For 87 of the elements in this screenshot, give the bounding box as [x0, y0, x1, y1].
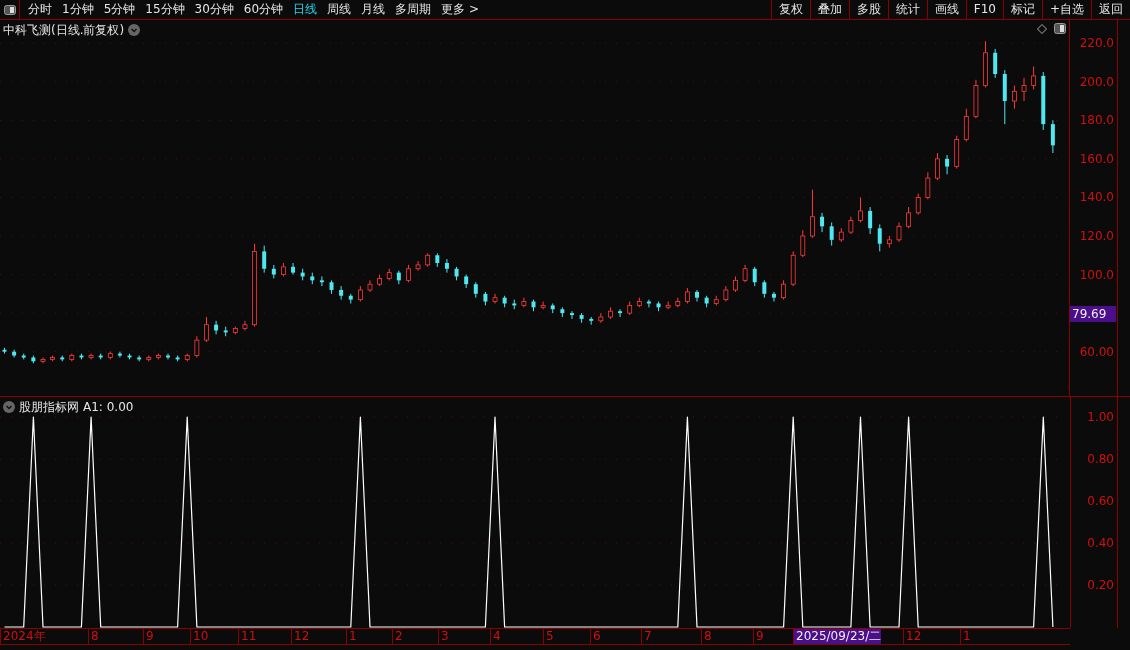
candlestick [319, 275, 324, 287]
date-label: 12 [903, 629, 922, 644]
candlestick [752, 266, 757, 287]
date-label: 5 [543, 629, 554, 644]
candlestick [415, 260, 421, 272]
candlestick [262, 245, 267, 274]
candlestick [868, 206, 873, 235]
axis-label: 140.0 [1079, 190, 1114, 205]
date-label: 4 [490, 629, 501, 644]
candlestick [444, 258, 449, 274]
chevron-down-icon[interactable] [3, 401, 15, 413]
date-label: 2024年 [0, 629, 46, 644]
indicator-title: 股朋指标网 [19, 399, 79, 416]
period-tab[interactable]: 多周期 [390, 0, 437, 19]
candlestick [896, 221, 902, 243]
panel-toggle-icon[interactable] [3, 4, 16, 15]
date-label: 1 [346, 629, 357, 644]
candlestick [695, 289, 700, 303]
date-label: 1 [960, 629, 971, 644]
crosshair-date-label: 2025/09/23/二 [793, 629, 882, 644]
candlestick [906, 206, 912, 229]
axis-label: 0.60 [1087, 494, 1114, 508]
candlestick [1031, 65, 1037, 90]
date-label: 9 [753, 629, 764, 644]
candlestick [810, 189, 815, 239]
date-label: 7 [641, 629, 652, 644]
candlestick [800, 229, 806, 258]
candlestick [925, 171, 931, 200]
candlestick [915, 193, 921, 216]
date-label: 6 [590, 629, 601, 644]
candlestick [204, 316, 209, 343]
candlestick [117, 351, 122, 358]
candlestick [40, 356, 46, 364]
period-tab[interactable]: 1分钟 [57, 0, 99, 19]
period-tab[interactable]: 30分钟 [189, 0, 239, 19]
candlestick [1012, 85, 1017, 110]
date-label: 10 [190, 629, 209, 644]
chevron-down-icon[interactable] [128, 24, 141, 36]
candlestick [339, 285, 344, 301]
date-label: 2 [392, 629, 403, 644]
candlestick [291, 262, 296, 276]
period-tab[interactable]: 60分钟 [238, 0, 289, 19]
candlestick [781, 279, 786, 301]
date-label: 8 [88, 629, 99, 644]
axis-label: 180.0 [1079, 113, 1114, 128]
candlestick [540, 301, 546, 310]
axis-label: 160.0 [1079, 151, 1114, 166]
period-tab[interactable]: 15分钟 [140, 0, 190, 19]
date-label: 3 [438, 629, 449, 644]
period-tab[interactable]: 月线 [356, 0, 391, 19]
period-tab[interactable]: 周线 [322, 0, 357, 19]
period-tab[interactable]: 分时 [23, 0, 57, 19]
period-tab[interactable]: 日线 [288, 0, 323, 19]
candlestick [963, 108, 969, 142]
axis-label: 100.0 [1079, 267, 1114, 282]
axis-label: 0.40 [1087, 536, 1114, 550]
date-label: 12 [291, 629, 310, 644]
candlestick [618, 308, 623, 318]
candlestick [993, 48, 998, 79]
last-price-tag: 79.69 [1070, 305, 1116, 322]
period-tab[interactable]: 5分钟 [98, 0, 141, 19]
candlestick [945, 154, 950, 175]
axis-label: 200.0 [1079, 74, 1114, 89]
candlestick [194, 335, 200, 358]
candlestick [569, 310, 574, 320]
axis-label: 120.0 [1079, 229, 1114, 243]
axis-label: 0.20 [1087, 578, 1114, 592]
candlestick [858, 196, 863, 223]
candlestick [935, 152, 940, 181]
candlestick [829, 221, 834, 247]
diamond-icon[interactable] [1037, 24, 1047, 34]
candlestick [771, 291, 776, 303]
candlestick [1021, 77, 1027, 102]
date-label: 9 [143, 629, 154, 644]
candlestick [877, 223, 882, 252]
indicator-reading: A1: 0.00 [83, 399, 134, 416]
date-label: 11 [238, 629, 257, 644]
candlestick [820, 212, 825, 233]
panel-toggle-icon[interactable] [1054, 23, 1066, 34]
axis-label: 220.0 [1079, 36, 1114, 51]
period-tab[interactable]: 更多 > [436, 0, 484, 19]
axis-label: 1.00 [1087, 410, 1114, 424]
axis-label: 0.80 [1087, 452, 1114, 466]
stock-title: 中科飞测(日线.前复权) [3, 22, 125, 39]
candlestick [1050, 119, 1055, 154]
date-label: 8 [701, 629, 712, 644]
axis-label: 60.00 [1079, 344, 1114, 359]
